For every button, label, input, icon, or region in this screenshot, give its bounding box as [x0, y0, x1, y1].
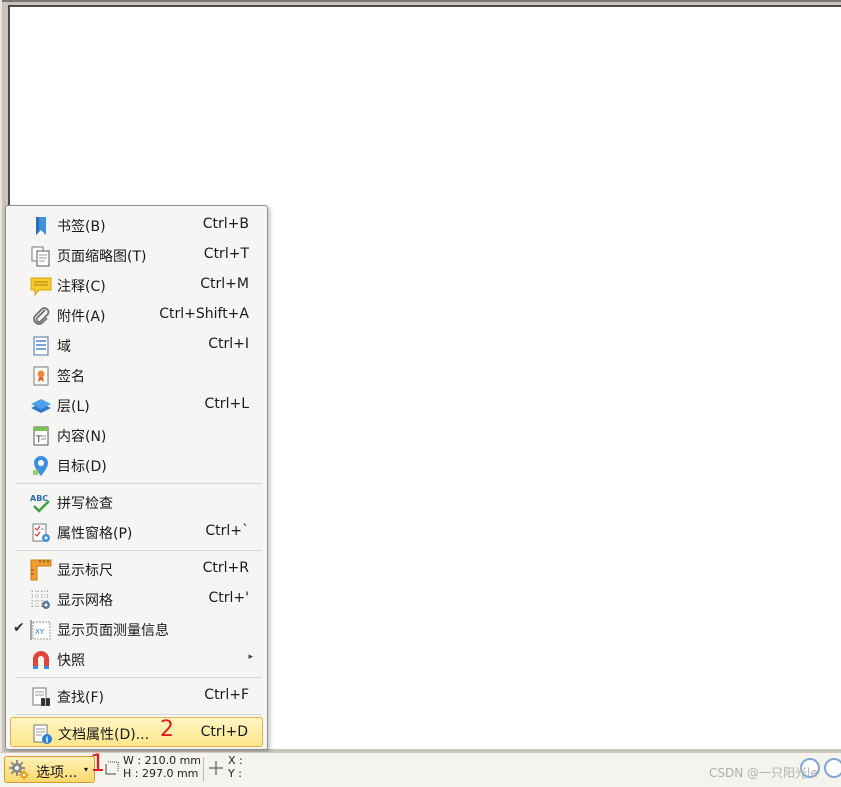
menu-item-attachments[interactable]: 附件(A) Ctrl+Shift+A	[10, 300, 263, 330]
menu-item-shortcut: Ctrl+L	[204, 396, 249, 412]
menu-item-label: 附件(A)	[57, 309, 106, 325]
menu-separator	[16, 677, 262, 678]
spell-check-icon: ABC	[30, 494, 50, 513]
menu-item-find[interactable]: 查找(F) Ctrl+F	[10, 681, 263, 711]
menu-item-label: 内容(N)	[57, 429, 107, 445]
menu-separator	[16, 483, 262, 484]
bookmark-icon	[36, 217, 46, 235]
nav-forward-button[interactable]	[824, 758, 841, 778]
svg-text:T: T	[35, 435, 42, 445]
menu-item-page-thumbnails[interactable]: 页面缩略图(T) Ctrl+T	[10, 240, 263, 270]
checkmark-icon: ✔	[13, 620, 25, 636]
menu-item-snapshot[interactable]: 快照 ▸	[10, 644, 263, 674]
grid-icon	[31, 590, 50, 609]
content-text-icon: T	[33, 426, 49, 446]
signature-certificate-icon	[33, 366, 49, 386]
properties-pane-icon	[32, 523, 50, 542]
find-binoculars-icon	[32, 687, 50, 706]
gear-icon	[9, 760, 29, 780]
menu-item-label: 快照	[57, 653, 85, 669]
menu-item-shortcut: Ctrl+M	[200, 276, 249, 292]
menu-item-label: 注释(C)	[57, 279, 106, 295]
menu-item-label: 目标(D)	[57, 459, 107, 475]
menu-item-label: 书签(B)	[57, 219, 106, 235]
menu-item-label: 域	[57, 339, 71, 355]
menu-item-shortcut: Ctrl+F	[204, 687, 249, 703]
page-thumbnails-icon	[31, 246, 50, 267]
page-width-readout: W : 210.0 mm	[123, 754, 201, 767]
document-properties-icon: i	[33, 724, 52, 745]
menu-item-shortcut: Ctrl+`	[205, 523, 249, 539]
menu-item-shortcut: Ctrl+T	[203, 246, 249, 262]
watermark-text: CSDN @一只阳光le	[709, 766, 818, 780]
menu-item-label: 页面缩略图(T)	[57, 249, 147, 265]
menu-item-label: 拼写检查	[57, 496, 113, 512]
submenu-arrow-icon: ▸	[248, 652, 253, 662]
options-button-label: 选项...	[36, 765, 78, 781]
menu-item-label: 属性窗格(P)	[57, 526, 133, 542]
menu-item-label: 显示标尺	[57, 563, 113, 579]
menu-item-destinations[interactable]: 目标(D)	[10, 450, 263, 480]
paperclip-icon	[33, 307, 50, 325]
page-size-icon	[105, 761, 119, 775]
map-pin-icon	[33, 456, 48, 476]
step-annotation-1: 1	[90, 749, 106, 777]
menu-item-label: 显示网格	[57, 593, 113, 609]
menu-item-label: 文档属性(D)...	[58, 727, 150, 743]
menu-item-fields[interactable]: 域 Ctrl+I	[10, 330, 263, 360]
options-button[interactable]: 选项... ▾	[4, 756, 95, 783]
step-annotation-2: 2	[160, 717, 174, 742]
chevron-down-icon: ▾	[84, 765, 89, 774]
menu-item-signatures[interactable]: 签名	[10, 360, 263, 390]
svg-text:XY: XY	[35, 628, 45, 636]
view-options-menu: 书签(B) Ctrl+B 页面缩略图(T) Ctrl+T 注释(C) Ctrl+…	[5, 205, 268, 750]
svg-text:i: i	[46, 736, 49, 745]
menu-item-label: 签名	[57, 369, 85, 385]
cursor-y-readout: Y :	[228, 767, 242, 780]
svg-text:ABC: ABC	[30, 494, 48, 503]
magnet-snapshot-icon	[33, 651, 49, 669]
menu-item-shortcut: Ctrl+Shift+A	[159, 306, 249, 322]
menu-item-show-rulers[interactable]: 显示标尺 Ctrl+R	[10, 554, 263, 584]
menu-item-label: 层(L)	[57, 399, 90, 415]
frame-left-edge	[0, 0, 2, 752]
crosshair-icon	[209, 761, 223, 775]
ruler-icon	[30, 559, 52, 581]
status-bar: 选项... ▾ 1 W : 210.0 mm H : 297.0 mm X : …	[0, 749, 841, 787]
page-measurement-xy-icon: XY	[30, 620, 51, 640]
menu-item-show-grid[interactable]: 显示网格 Ctrl+'	[10, 584, 263, 614]
layers-icon	[31, 399, 51, 413]
comment-note-icon	[30, 277, 52, 297]
menu-separator	[16, 550, 262, 551]
menu-item-label: 查找(F)	[57, 690, 104, 706]
menu-item-spell-check[interactable]: ABC 拼写检查	[10, 487, 263, 517]
menu-item-shortcut: Ctrl+B	[202, 216, 249, 232]
menu-item-bookmarks[interactable]: 书签(B) Ctrl+B	[10, 210, 263, 240]
status-divider	[203, 757, 204, 781]
page-height-readout: H : 297.0 mm	[123, 767, 199, 780]
frame-top-edge	[0, 0, 841, 2]
menu-item-shortcut: Ctrl+R	[202, 560, 249, 576]
menu-item-shortcut: Ctrl+'	[208, 590, 250, 606]
menu-item-properties-pane[interactable]: 属性窗格(P) Ctrl+`	[10, 517, 263, 547]
menu-item-content[interactable]: T 内容(N)	[10, 420, 263, 450]
cursor-x-readout: X :	[228, 754, 243, 767]
menu-item-shortcut: Ctrl+D	[200, 724, 248, 740]
menu-item-label: 显示页面测量信息	[57, 623, 169, 639]
form-fields-icon	[33, 336, 49, 356]
menu-item-comments[interactable]: 注释(C) Ctrl+M	[10, 270, 263, 300]
menu-item-shortcut: Ctrl+I	[208, 336, 249, 352]
menu-item-document-properties[interactable]: i 文档属性(D)... Ctrl+D	[10, 717, 263, 747]
menu-item-show-page-measurements[interactable]: ✔ XY 显示页面测量信息	[10, 614, 263, 644]
menu-item-layers[interactable]: 层(L) Ctrl+L	[10, 390, 263, 420]
menu-separator	[16, 714, 262, 715]
